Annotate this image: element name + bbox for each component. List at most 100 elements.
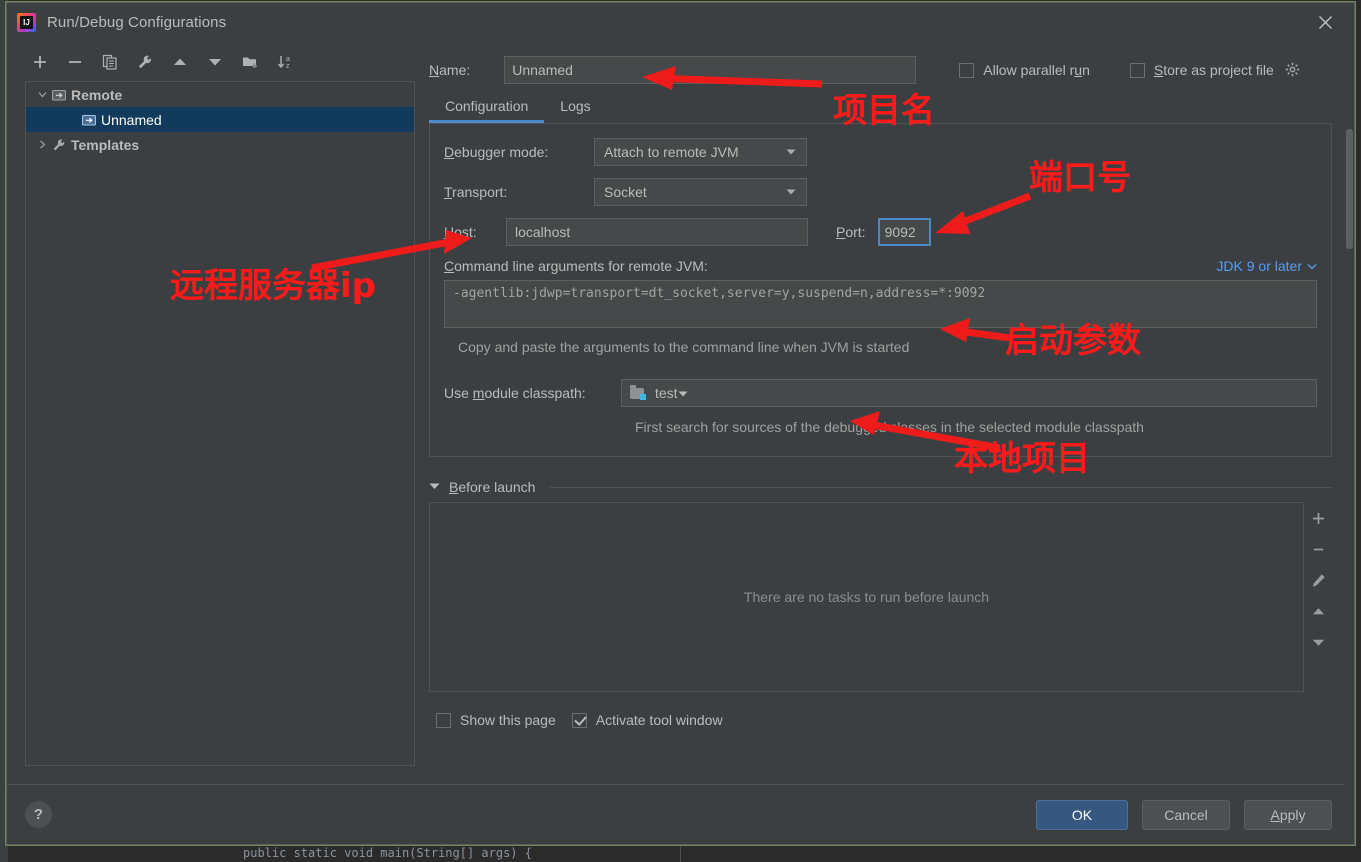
- folder-add-icon[interactable]: [239, 51, 261, 73]
- chevron-down-icon: [678, 385, 688, 401]
- editor-tabs: Configuration Logs: [415, 89, 1346, 123]
- port-label: Port:: [836, 224, 866, 240]
- host-input[interactable]: [506, 218, 808, 246]
- transport-select[interactable]: Socket: [594, 178, 807, 206]
- checkbox-box[interactable]: [1129, 62, 1145, 78]
- before-launch-toolbar: [1304, 502, 1332, 692]
- module-classpath-select[interactable]: test: [621, 379, 1317, 407]
- host-port-row: Host: Port:: [444, 218, 1317, 246]
- before-launch-body: There are no tasks to run before launch: [429, 502, 1332, 692]
- store-as-project-file-label: Store as project file: [1153, 62, 1274, 78]
- module-classpath-label: Use module classpath:: [444, 385, 586, 401]
- allow-parallel-run-label: Allow parallel run: [983, 62, 1090, 78]
- dialog-footer: ? OK Cancel Apply: [7, 784, 1354, 844]
- allow-parallel-run-checkbox[interactable]: Allow parallel run: [959, 62, 1090, 78]
- tree-toolbar: a z: [25, 47, 415, 77]
- cancel-button[interactable]: Cancel: [1142, 799, 1230, 830]
- debugger-mode-label: Debugger mode:: [444, 144, 549, 160]
- panel-scrollbar[interactable]: [1345, 129, 1354, 829]
- dialog-title: Run/Debug Configurations: [47, 13, 227, 31]
- minus-icon[interactable]: [64, 51, 86, 73]
- checkbox-box[interactable]: [436, 712, 451, 728]
- arrow-up-icon[interactable]: [1308, 601, 1328, 621]
- chevron-down-icon: [782, 188, 800, 196]
- module-classpath-row: Use module classpath: test: [444, 379, 1317, 407]
- checkbox-box[interactable]: [571, 712, 587, 728]
- command-line-arguments-textarea[interactable]: -agentlib:jdwp=transport=dt_socket,serve…: [444, 280, 1317, 328]
- activate-tool-window-checkbox[interactable]: Activate tool window: [571, 712, 723, 728]
- chevron-down-icon[interactable]: [34, 90, 50, 99]
- run-debug-configurations-dialog: Run/Debug Configurations: [5, 1, 1356, 846]
- chevron-right-icon[interactable]: [34, 140, 50, 149]
- chevron-down-icon: [1307, 263, 1317, 269]
- tab-logs[interactable]: Logs: [544, 98, 606, 123]
- bottom-options-row: Show this page Activate tool window: [429, 712, 1332, 728]
- configuration-editor-panel: Name: Allow parallel run Store as projec…: [415, 41, 1354, 829]
- debugger-mode-select[interactable]: Attach to remote JVM: [594, 138, 807, 166]
- dialog-body: a z Remote Unnamed Templates Name: Unnam…: [7, 41, 1354, 829]
- before-launch-title: Before launch: [449, 479, 536, 495]
- wrench-icon[interactable]: [134, 51, 156, 73]
- svg-text:a: a: [286, 56, 290, 63]
- tree-node-label: Remote: [71, 86, 123, 103]
- activate-tool-window-label: Activate tool window: [595, 712, 723, 728]
- show-this-page-label: Show this page: [460, 712, 556, 728]
- before-launch-empty-message: There are no tasks to run before launch: [743, 589, 990, 605]
- remote-config-icon: [80, 113, 98, 127]
- jdk-version-selector[interactable]: JDK 9 or later: [1216, 258, 1317, 274]
- arrow-down-icon[interactable]: [204, 51, 226, 73]
- help-icon[interactable]: ?: [25, 801, 52, 828]
- ok-button[interactable]: OK: [1036, 799, 1128, 830]
- checkbox-box[interactable]: [959, 62, 975, 78]
- tab-configuration[interactable]: Configuration: [429, 98, 545, 123]
- transport-row: Transport: Socket: [444, 178, 1317, 206]
- editor-code-line: public static void main(String[] args) {: [243, 846, 532, 860]
- command-line-hint: Copy and paste the arguments to the comm…: [458, 339, 910, 355]
- tree-node-label: Unnamed: [101, 111, 162, 128]
- module-classpath-hint: First search for sources of the debugged…: [635, 419, 1144, 435]
- command-line-label-row: Command line arguments for remote JVM: J…: [444, 258, 1317, 274]
- scrollbar-thumb[interactable]: [1346, 129, 1353, 249]
- copy-icon[interactable]: [99, 51, 121, 73]
- command-line-label: Command line arguments for remote JVM:: [444, 258, 708, 274]
- configuration-settings-card: Debugger mode: Attach to remote JVM Tran…: [429, 123, 1332, 457]
- debugger-mode-value: Attach to remote JVM: [604, 144, 739, 160]
- tree-node-unnamed[interactable]: Unnamed: [26, 107, 414, 132]
- triangle-down-icon[interactable]: [429, 482, 440, 493]
- pencil-icon[interactable]: [1308, 570, 1328, 590]
- minus-icon[interactable]: [1308, 539, 1328, 559]
- port-input[interactable]: [877, 218, 931, 246]
- store-as-project-file-checkbox[interactable]: Store as project file: [1129, 62, 1274, 78]
- section-divider: [550, 486, 1332, 488]
- chevron-down-icon: [782, 148, 800, 156]
- gear-icon[interactable]: [1285, 62, 1301, 78]
- before-launch-task-list[interactable]: There are no tasks to run before launch: [429, 502, 1304, 692]
- tree-node-remote[interactable]: Remote: [26, 82, 414, 107]
- svg-text:z: z: [286, 63, 290, 70]
- arrow-up-icon[interactable]: [169, 51, 191, 73]
- jdk-version-label: JDK 9 or later: [1216, 258, 1302, 274]
- before-launch-header[interactable]: Before launch: [429, 479, 1332, 495]
- tree-node-label: Templates: [71, 136, 140, 153]
- name-input[interactable]: [504, 56, 917, 84]
- arrow-down-icon[interactable]: [1308, 632, 1328, 652]
- plus-icon[interactable]: [29, 51, 51, 73]
- name-row: Name: Allow parallel run Store as projec…: [415, 41, 1346, 87]
- dialog-title-bar: Run/Debug Configurations: [7, 3, 1354, 41]
- plus-icon[interactable]: [1308, 508, 1328, 528]
- module-icon: [630, 385, 646, 400]
- host-label: Host:: [444, 224, 477, 240]
- remote-config-icon: [50, 88, 68, 102]
- tree-node-templates[interactable]: Templates: [26, 132, 414, 157]
- close-icon[interactable]: [1310, 7, 1340, 37]
- transport-label: Transport:: [444, 184, 508, 200]
- apply-button[interactable]: Apply: [1244, 799, 1332, 830]
- configurations-tree[interactable]: Remote Unnamed Templates: [25, 81, 415, 766]
- name-label: Name:: [429, 62, 471, 78]
- show-this-page-checkbox[interactable]: Show this page: [436, 712, 556, 728]
- wrench-icon: [50, 138, 68, 152]
- debugger-mode-row: Debugger mode: Attach to remote JVM: [444, 138, 1317, 166]
- sort-az-icon[interactable]: a z: [274, 51, 296, 73]
- intellij-idea-icon: [17, 12, 36, 32]
- module-classpath-value: test: [655, 385, 678, 401]
